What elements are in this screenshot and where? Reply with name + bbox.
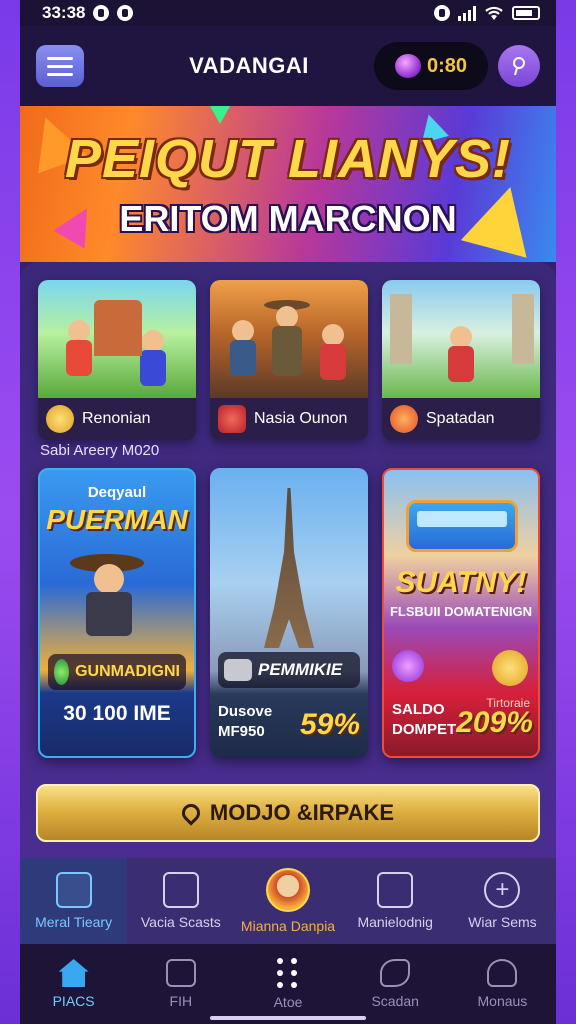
potion-icon: [392, 650, 424, 682]
game-artwork: [210, 280, 368, 398]
app-title: VADANGAI: [189, 53, 309, 78]
wifi-icon: [485, 6, 503, 20]
nav-item-atoe[interactable]: Atoe: [234, 944, 341, 1024]
featured-badge-icon: [266, 868, 310, 912]
status-bar: 33:38: [20, 0, 556, 26]
bottom-nav: PIACS FIH Atoe Scadan Monaus: [20, 944, 556, 1024]
category-tab[interactable]: Vacia Scasts: [127, 858, 234, 944]
card-kicker: Deqyaul: [87, 484, 147, 501]
game-name: Nasia Ounon: [254, 410, 348, 427]
card-tag: GUNMADIGNI: [48, 654, 186, 690]
side-glow-left: [0, 0, 20, 1024]
plus-icon: +: [484, 872, 521, 908]
featured-game-card[interactable]: PEMMIKIE Dusove MF950 59%: [210, 468, 368, 758]
banner-title: PEIQUT LIANYS!: [64, 129, 512, 189]
coin-icon: [46, 405, 74, 433]
banner-subtitle: ERITOM MARCNON: [119, 198, 457, 239]
category-tab[interactable]: Mianna Danpia: [234, 858, 341, 944]
card-percent: 209%: [456, 706, 533, 739]
promo-banner[interactable]: PEIQUT LIANYS! ERITOM MARCNON: [20, 106, 556, 262]
card-tag: PEMMIKIE: [218, 652, 360, 688]
nav-item-monaus[interactable]: Monaus: [449, 944, 556, 1024]
game-artwork: [382, 280, 540, 398]
status-time: 33:38: [42, 3, 86, 22]
game-artwork: [38, 280, 196, 398]
nav-item-fih[interactable]: FIH: [127, 944, 234, 1024]
app-header: VADANGAI 0:80: [20, 26, 556, 106]
category-tab[interactable]: Meral Tieary: [20, 858, 128, 944]
card-label: SALDO DOMPET: [392, 701, 457, 738]
home-indicator: [210, 1016, 366, 1020]
battery-icon: [512, 6, 540, 20]
section-label: Sabi Areery M020: [40, 442, 160, 459]
ledger-icon: [162, 872, 199, 908]
category-tab[interactable]: + Wiar Sems: [449, 858, 556, 944]
gem-icon: [394, 54, 421, 78]
bus-art: [406, 500, 518, 552]
card-percent: 59%: [299, 708, 360, 741]
card-label: Dusove MF950: [218, 703, 273, 740]
main-cta-button[interactable]: MODJO &IRPAKE: [36, 784, 540, 842]
notification-icon: [93, 5, 110, 21]
featured-game-card[interactable]: SUATNY! FLSBUII DOMATENIGN Tirtoraie SAL…: [382, 468, 540, 758]
home-icon: [58, 959, 89, 987]
category-tab[interactable]: Manielodnig: [342, 858, 449, 944]
game-name: Spatadan: [426, 410, 495, 427]
game-card[interactable]: Nasia Ounon: [210, 280, 368, 440]
gift-icon: [218, 405, 246, 433]
balance-pill[interactable]: 0:80: [374, 42, 488, 90]
coin-icon: [492, 650, 528, 686]
game-name: Renonian: [82, 410, 151, 427]
game-card[interactable]: Renonian: [38, 280, 196, 440]
coin-icon: [390, 405, 418, 433]
featured-game-card[interactable]: Deqyaul PUERMAN GUNMADIGNI 30 100 IME: [38, 468, 196, 758]
app-frame: 33:38 VADANGAI 0:80 PEIQUT LIANYS! ERITO…: [20, 0, 556, 1024]
card-subtitle: FLSBUII DOMATENIGN: [389, 604, 533, 619]
grid-icon: [277, 958, 299, 988]
balance-value: 0:80: [426, 54, 468, 77]
profile-button[interactable]: [498, 45, 540, 87]
ticket-icon: [224, 659, 252, 681]
app-notification-icon: [117, 5, 134, 21]
crystal-decoration: [210, 106, 230, 124]
card-title: SUATNY!: [395, 566, 527, 599]
feather-icon: [380, 959, 411, 987]
side-glow-right: [556, 0, 576, 1024]
menu-button[interactable]: [36, 45, 84, 87]
signal-icon: [458, 5, 476, 21]
door-icon: [377, 872, 414, 908]
game-card[interactable]: Spatadan: [382, 280, 540, 440]
card-title: PUERMAN: [46, 504, 188, 535]
nav-item-home[interactable]: PIACS: [20, 944, 127, 1024]
alarm-icon: [434, 5, 450, 21]
category-bar: Meral Tieary Vacia Scasts Mianna Danpia …: [20, 858, 556, 944]
location-pin-icon: [178, 800, 204, 826]
hat-icon: [165, 959, 196, 987]
person-icon: [487, 959, 518, 987]
games-panel: Renonian Nasia Ounon Spatadan Sabi Areer…: [20, 262, 556, 858]
envelope-icon: [55, 872, 92, 908]
nav-item-scadan[interactable]: Scadan: [342, 944, 449, 1024]
emerald-icon: [54, 659, 70, 685]
user-icon: [513, 57, 525, 76]
card-offer-text: 30 100 IME: [63, 702, 171, 725]
cta-label: MODJO &IRPAKE: [209, 800, 395, 825]
eiffel-tower-art: [264, 488, 314, 648]
hamburger-icon: [47, 56, 73, 60]
